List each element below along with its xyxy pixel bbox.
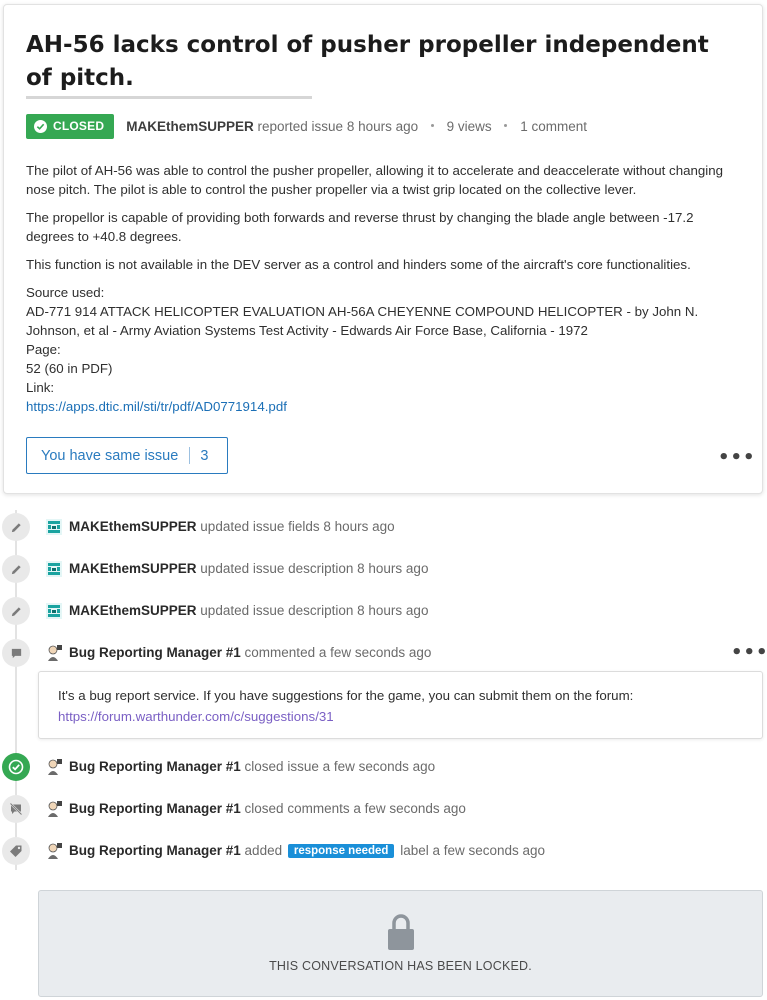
button-divider xyxy=(189,447,191,464)
lock-icon xyxy=(388,914,414,950)
author-link[interactable]: MAKEthemSUPPER xyxy=(126,119,254,134)
locked-banner: THIS CONVERSATION HAS BEEN LOCKED. xyxy=(38,890,763,997)
source-label: Source used: xyxy=(26,285,105,300)
issue-meta: CLOSED MAKEthemSUPPER reported issue 8 h… xyxy=(26,113,587,139)
user-name[interactable]: MAKEthemSUPPER xyxy=(69,561,197,576)
status-badge-label: CLOSED xyxy=(53,119,105,133)
description-paragraph: The propellor is capable of providing bo… xyxy=(26,210,694,244)
user-name[interactable]: Bug Reporting Manager #1 xyxy=(69,843,241,858)
comment-icon xyxy=(2,639,30,667)
pencil-icon xyxy=(2,597,30,625)
event-action: commented a few seconds ago xyxy=(244,645,432,660)
comments-count: 1 comment xyxy=(520,118,587,134)
link-label: Link: xyxy=(26,380,55,395)
comment-box: It's a bug report service. If you have s… xyxy=(38,671,763,739)
comments-closed-icon xyxy=(2,795,30,823)
check-circle-icon xyxy=(2,753,30,781)
tag-icon xyxy=(2,837,30,865)
separator-dot xyxy=(430,123,434,127)
manager-avatar xyxy=(48,801,62,817)
issue-title: AH-56 lacks control of pusher propeller … xyxy=(26,32,709,91)
issue-card: AH-56 lacks control of pusher propeller … xyxy=(3,4,763,494)
avatar xyxy=(46,603,62,619)
user-name[interactable]: Bug Reporting Manager #1 xyxy=(69,801,241,816)
timeline-event: Bug Reporting Manager #1 commented a few… xyxy=(0,639,767,673)
page-label: Page: xyxy=(26,342,61,357)
avatar xyxy=(46,561,62,577)
event-action: label a few seconds ago xyxy=(400,843,546,858)
timeline-event: MAKEthemSUPPER updated issue description… xyxy=(0,555,767,589)
event-action: added xyxy=(244,843,283,858)
same-issue-count: 3 xyxy=(200,447,209,464)
pencil-icon xyxy=(2,513,30,541)
timeline-event: Bug Reporting Manager #1 added response … xyxy=(0,837,767,871)
check-icon xyxy=(34,119,47,133)
views-count: 9 views xyxy=(446,118,492,134)
page-value: 52 (60 in PDF) xyxy=(26,361,113,376)
manager-avatar xyxy=(48,759,62,775)
pencil-icon xyxy=(2,555,30,583)
event-action: closed comments a few seconds ago xyxy=(244,801,466,816)
user-name[interactable]: MAKEthemSUPPER xyxy=(69,603,197,618)
response-needed-label[interactable]: response needed xyxy=(287,844,395,858)
comment-more-button[interactable]: ••• xyxy=(731,642,767,663)
more-options-button[interactable]: ••• xyxy=(718,447,756,468)
user-name[interactable]: Bug Reporting Manager #1 xyxy=(69,759,241,774)
timeline-event: MAKEthemSUPPER updated issue description… xyxy=(0,597,767,631)
comment-text: It's a bug report service. If you have s… xyxy=(58,688,634,703)
source-link[interactable]: https://apps.dtic.mil/sti/tr/pdf/AD07719… xyxy=(26,399,287,414)
event-action: updated issue description 8 hours ago xyxy=(200,603,429,618)
source-text: AD-771 914 ATTACK HELICOPTER EVALUATION … xyxy=(26,304,699,338)
event-action: closed issue a few seconds ago xyxy=(244,759,436,774)
timeline-event: MAKEthemSUPPER updated issue fields 8 ho… xyxy=(0,513,767,547)
title-underline xyxy=(26,96,312,99)
description-paragraph: This function is not available in the DE… xyxy=(26,257,691,272)
manager-avatar xyxy=(48,645,62,661)
issue-description: The pilot of AH-56 was able to control t… xyxy=(26,161,742,416)
manager-avatar xyxy=(48,843,62,859)
user-name[interactable]: MAKEthemSUPPER xyxy=(69,519,197,534)
comment-link[interactable]: https://forum.warthunder.com/c/suggestio… xyxy=(58,709,334,724)
event-action: updated issue description 8 hours ago xyxy=(200,561,429,576)
user-name[interactable]: Bug Reporting Manager #1 xyxy=(69,645,241,660)
same-issue-label: You have same issue xyxy=(41,447,179,464)
avatar xyxy=(46,519,62,535)
timeline-event: Bug Reporting Manager #1 closed comments… xyxy=(0,795,767,829)
event-action: updated issue fields 8 hours ago xyxy=(200,519,395,534)
description-paragraph: The pilot of AH-56 was able to control t… xyxy=(26,163,724,197)
timeline-event: Bug Reporting Manager #1 closed issue a … xyxy=(0,753,767,787)
same-issue-button[interactable]: You have same issue 3 xyxy=(26,437,228,474)
locked-text: THIS CONVERSATION HAS BEEN LOCKED. xyxy=(269,959,532,973)
status-badge: CLOSED xyxy=(26,113,115,139)
separator-dot xyxy=(504,123,508,127)
reported-text: reported issue 8 hours ago xyxy=(257,118,419,134)
